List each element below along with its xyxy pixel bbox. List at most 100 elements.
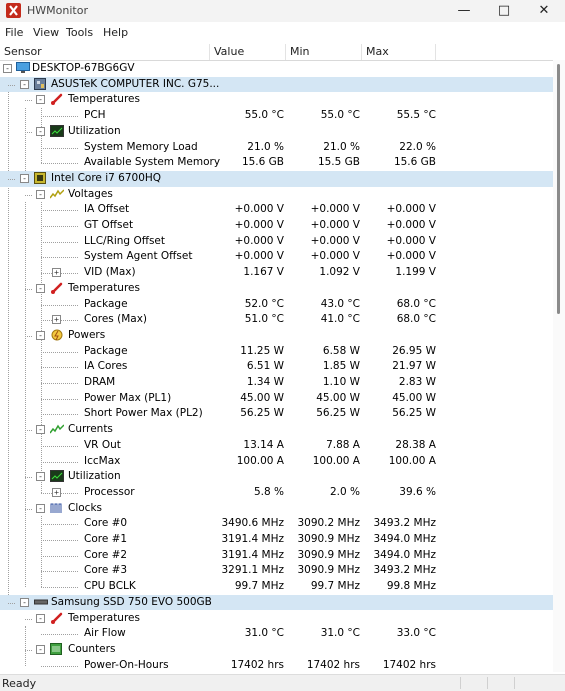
tree-node-row[interactable]: - Temperatures	[0, 92, 553, 108]
tree-connector	[8, 84, 15, 86]
collapse-toggle[interactable]: -	[20, 173, 29, 183]
menu-file[interactable]: File	[5, 26, 23, 39]
row-label: ASUSTeK COMPUTER INC. G75...	[51, 77, 220, 90]
tree-connector	[25, 194, 32, 196]
sensor-row[interactable]: Power Max (PL1) 45.00 W 45.00 W 45.00 W	[0, 391, 553, 407]
column-min[interactable]: Min	[286, 44, 362, 60]
sensor-row[interactable]: Core #0 3490.6 MHz 3090.2 MHz 3493.2 MHz	[0, 516, 553, 532]
sensor-row[interactable]: System Agent Offset +0.000 V +0.000 V +0.00…	[0, 249, 553, 265]
tree-connector	[25, 288, 32, 290]
tree-node-row[interactable]: - Voltages	[0, 187, 553, 203]
collapse-toggle[interactable]: -	[36, 95, 45, 105]
menu-bar: File View Tools Help	[0, 24, 565, 42]
row-max: 68.0 °C	[396, 313, 436, 326]
row-value: 99.7 MHz	[234, 580, 284, 593]
row-value: 17402 hrs	[230, 658, 284, 671]
sensor-row[interactable]: IA Offset +0.000 V +0.000 V +0.000 V	[0, 202, 553, 218]
tree-connector	[41, 383, 78, 384]
row-min: 1.10 W	[322, 376, 360, 388]
sensor-row[interactable]: Core #2 3191.4 MHz 3090.9 MHz 3494.0 MHz	[0, 548, 553, 564]
collapse-toggle[interactable]: -	[20, 597, 29, 607]
collapse-toggle[interactable]: -	[36, 425, 45, 435]
counter-icon	[50, 642, 62, 655]
row-label: System Agent Offset	[84, 250, 193, 263]
collapse-toggle[interactable]: -	[36, 503, 45, 513]
tree-node-row[interactable]: - Powers	[0, 328, 553, 344]
tree-node-row[interactable]: - ASUSTeK COMPUTER INC. G75...	[0, 76, 553, 93]
menu-help[interactable]: Help	[103, 26, 128, 39]
sensor-row[interactable]: VR Out 13.14 A 7.88 A 28.38 A	[0, 438, 553, 454]
collapse-toggle[interactable]: -	[3, 64, 12, 73]
tree-node-row[interactable]: - DESKTOP-67BG6GV	[0, 61, 553, 77]
tree-connector	[41, 540, 78, 541]
tree-connector	[25, 477, 32, 479]
collapse-toggle[interactable]: -	[36, 283, 45, 293]
row-label: Cores (Max)	[84, 313, 148, 326]
tree-connector	[41, 241, 78, 243]
sensor-row[interactable]: GT Offset +0.000 V +0.000 V +0.000 V	[0, 218, 553, 234]
menu-tools[interactable]: Tools	[66, 26, 93, 39]
tree-node-row[interactable]: - Samsung SSD 750 EVO 500GB	[0, 594, 553, 611]
expand-toggle[interactable]: +	[52, 268, 61, 278]
collapse-toggle[interactable]: -	[36, 644, 45, 654]
collapse-toggle[interactable]: -	[36, 472, 45, 482]
tree-node-row[interactable]: - Utilization	[0, 124, 553, 140]
tree-node-row[interactable]: - Clocks	[0, 501, 553, 517]
column-value[interactable]: Value	[210, 44, 286, 60]
tree-connector	[25, 618, 32, 620]
scrollbar-thumb[interactable]	[557, 64, 560, 314]
sensor-row[interactable]: PCH 55.0 °C 55.0 °C 55.5 °C	[0, 108, 553, 124]
collapse-toggle[interactable]: -	[36, 613, 45, 623]
sensor-row[interactable]: System Memory Load 21.0 % 21.0 % 22.0 %	[0, 140, 553, 156]
collapse-toggle[interactable]: -	[36, 126, 45, 136]
close-button[interactable]: ✕	[521, 0, 565, 22]
sensor-row[interactable]: Package 52.0 °C 43.0 °C 68.0 °C	[0, 297, 553, 313]
expand-toggle[interactable]: +	[52, 487, 61, 497]
column-max[interactable]: Max	[362, 44, 436, 60]
tree-node-row[interactable]: - Currents	[0, 422, 553, 438]
sensor-row[interactable]: Core #1 3191.4 MHz 3090.9 MHz 3494.0 MHz	[0, 532, 553, 548]
row-max: 21.97 W	[392, 360, 436, 373]
sensor-row[interactable]: Short Power Max (PL2) 56.25 W 56.25 W 56.25…	[0, 406, 553, 422]
row-label: Powers	[68, 328, 106, 341]
row-value: 1.167 V	[243, 266, 284, 279]
collapse-toggle[interactable]: -	[36, 330, 45, 340]
row-max: 3494.0 MHz	[373, 533, 436, 545]
sensor-row[interactable]: + VID (Max) 1.167 V 1.092 V 1.199 V	[0, 265, 553, 281]
expand-toggle[interactable]: +	[52, 315, 61, 325]
collapse-toggle[interactable]: -	[36, 189, 45, 199]
sensor-tree[interactable]: - DESKTOP-67BG6GV - ASUSTeK COMPUTER INC. G…	[0, 60, 553, 672]
tree-node-row[interactable]: - Intel Core i7 6700HQ	[0, 170, 553, 187]
tree-node-row[interactable]: - Utilization	[0, 469, 553, 485]
row-label: Utilization	[68, 470, 121, 483]
sensor-row[interactable]: Core #3 3291.1 MHz 3090.9 MHz 3493.2 MHz	[0, 563, 553, 579]
row-value: 56.25 W	[240, 407, 284, 420]
menu-view[interactable]: View	[33, 26, 59, 39]
collapse-toggle[interactable]: -	[20, 79, 29, 89]
sensor-row[interactable]: + Processor 5.8 % 2.0 % 39.6 %	[0, 485, 553, 501]
power-icon	[50, 329, 63, 341]
sensor-row[interactable]: LLC/Ring Offset +0.000 V +0.000 V +0.000 V	[0, 234, 553, 250]
row-label: Temperatures	[68, 281, 140, 294]
row-min: 43.0 °C	[320, 297, 360, 310]
tree-connector	[25, 100, 32, 102]
tree-node-row[interactable]: - Temperatures	[0, 611, 553, 627]
sensor-row[interactable]: Package 11.25 W 6.58 W 26.95 W	[0, 344, 553, 360]
sensor-row[interactable]: + Cores (Max) 51.0 °C 41.0 °C 68.0 °C	[0, 312, 553, 328]
tree-node-row[interactable]: - Temperatures	[0, 281, 553, 297]
sensor-row[interactable]: Power-On-Hours 17402 hrs 17402 hrs 17402 hr…	[0, 658, 553, 672]
tree-node-row[interactable]: - Counters	[0, 642, 553, 658]
tree-connector	[25, 335, 32, 337]
vertical-scrollbar[interactable]	[553, 60, 565, 672]
sensor-row[interactable]: IA Cores 6.51 W 1.85 W 21.97 W	[0, 359, 553, 375]
sensor-row[interactable]: Air Flow 31.0 °C 31.0 °C 33.0 °C	[0, 626, 553, 642]
sensor-row[interactable]: Available System Memory 15.6 GB 15.5 GB 15.…	[0, 155, 553, 171]
column-sensor[interactable]: Sensor	[0, 44, 210, 60]
row-value: 13.14 A	[243, 438, 284, 451]
sensor-row[interactable]: IccMax 100.00 A 100.00 A 100.00 A	[0, 454, 553, 470]
sensor-row[interactable]: CPU BCLK 99.7 MHz 99.7 MHz 99.8 MHz	[0, 579, 553, 595]
row-max: 26.95 W	[392, 344, 436, 357]
row-max: 39.6 %	[399, 485, 436, 498]
row-min: 45.00 W	[316, 391, 360, 404]
sensor-row[interactable]: DRAM 1.34 W 1.10 W 2.83 W	[0, 375, 553, 391]
